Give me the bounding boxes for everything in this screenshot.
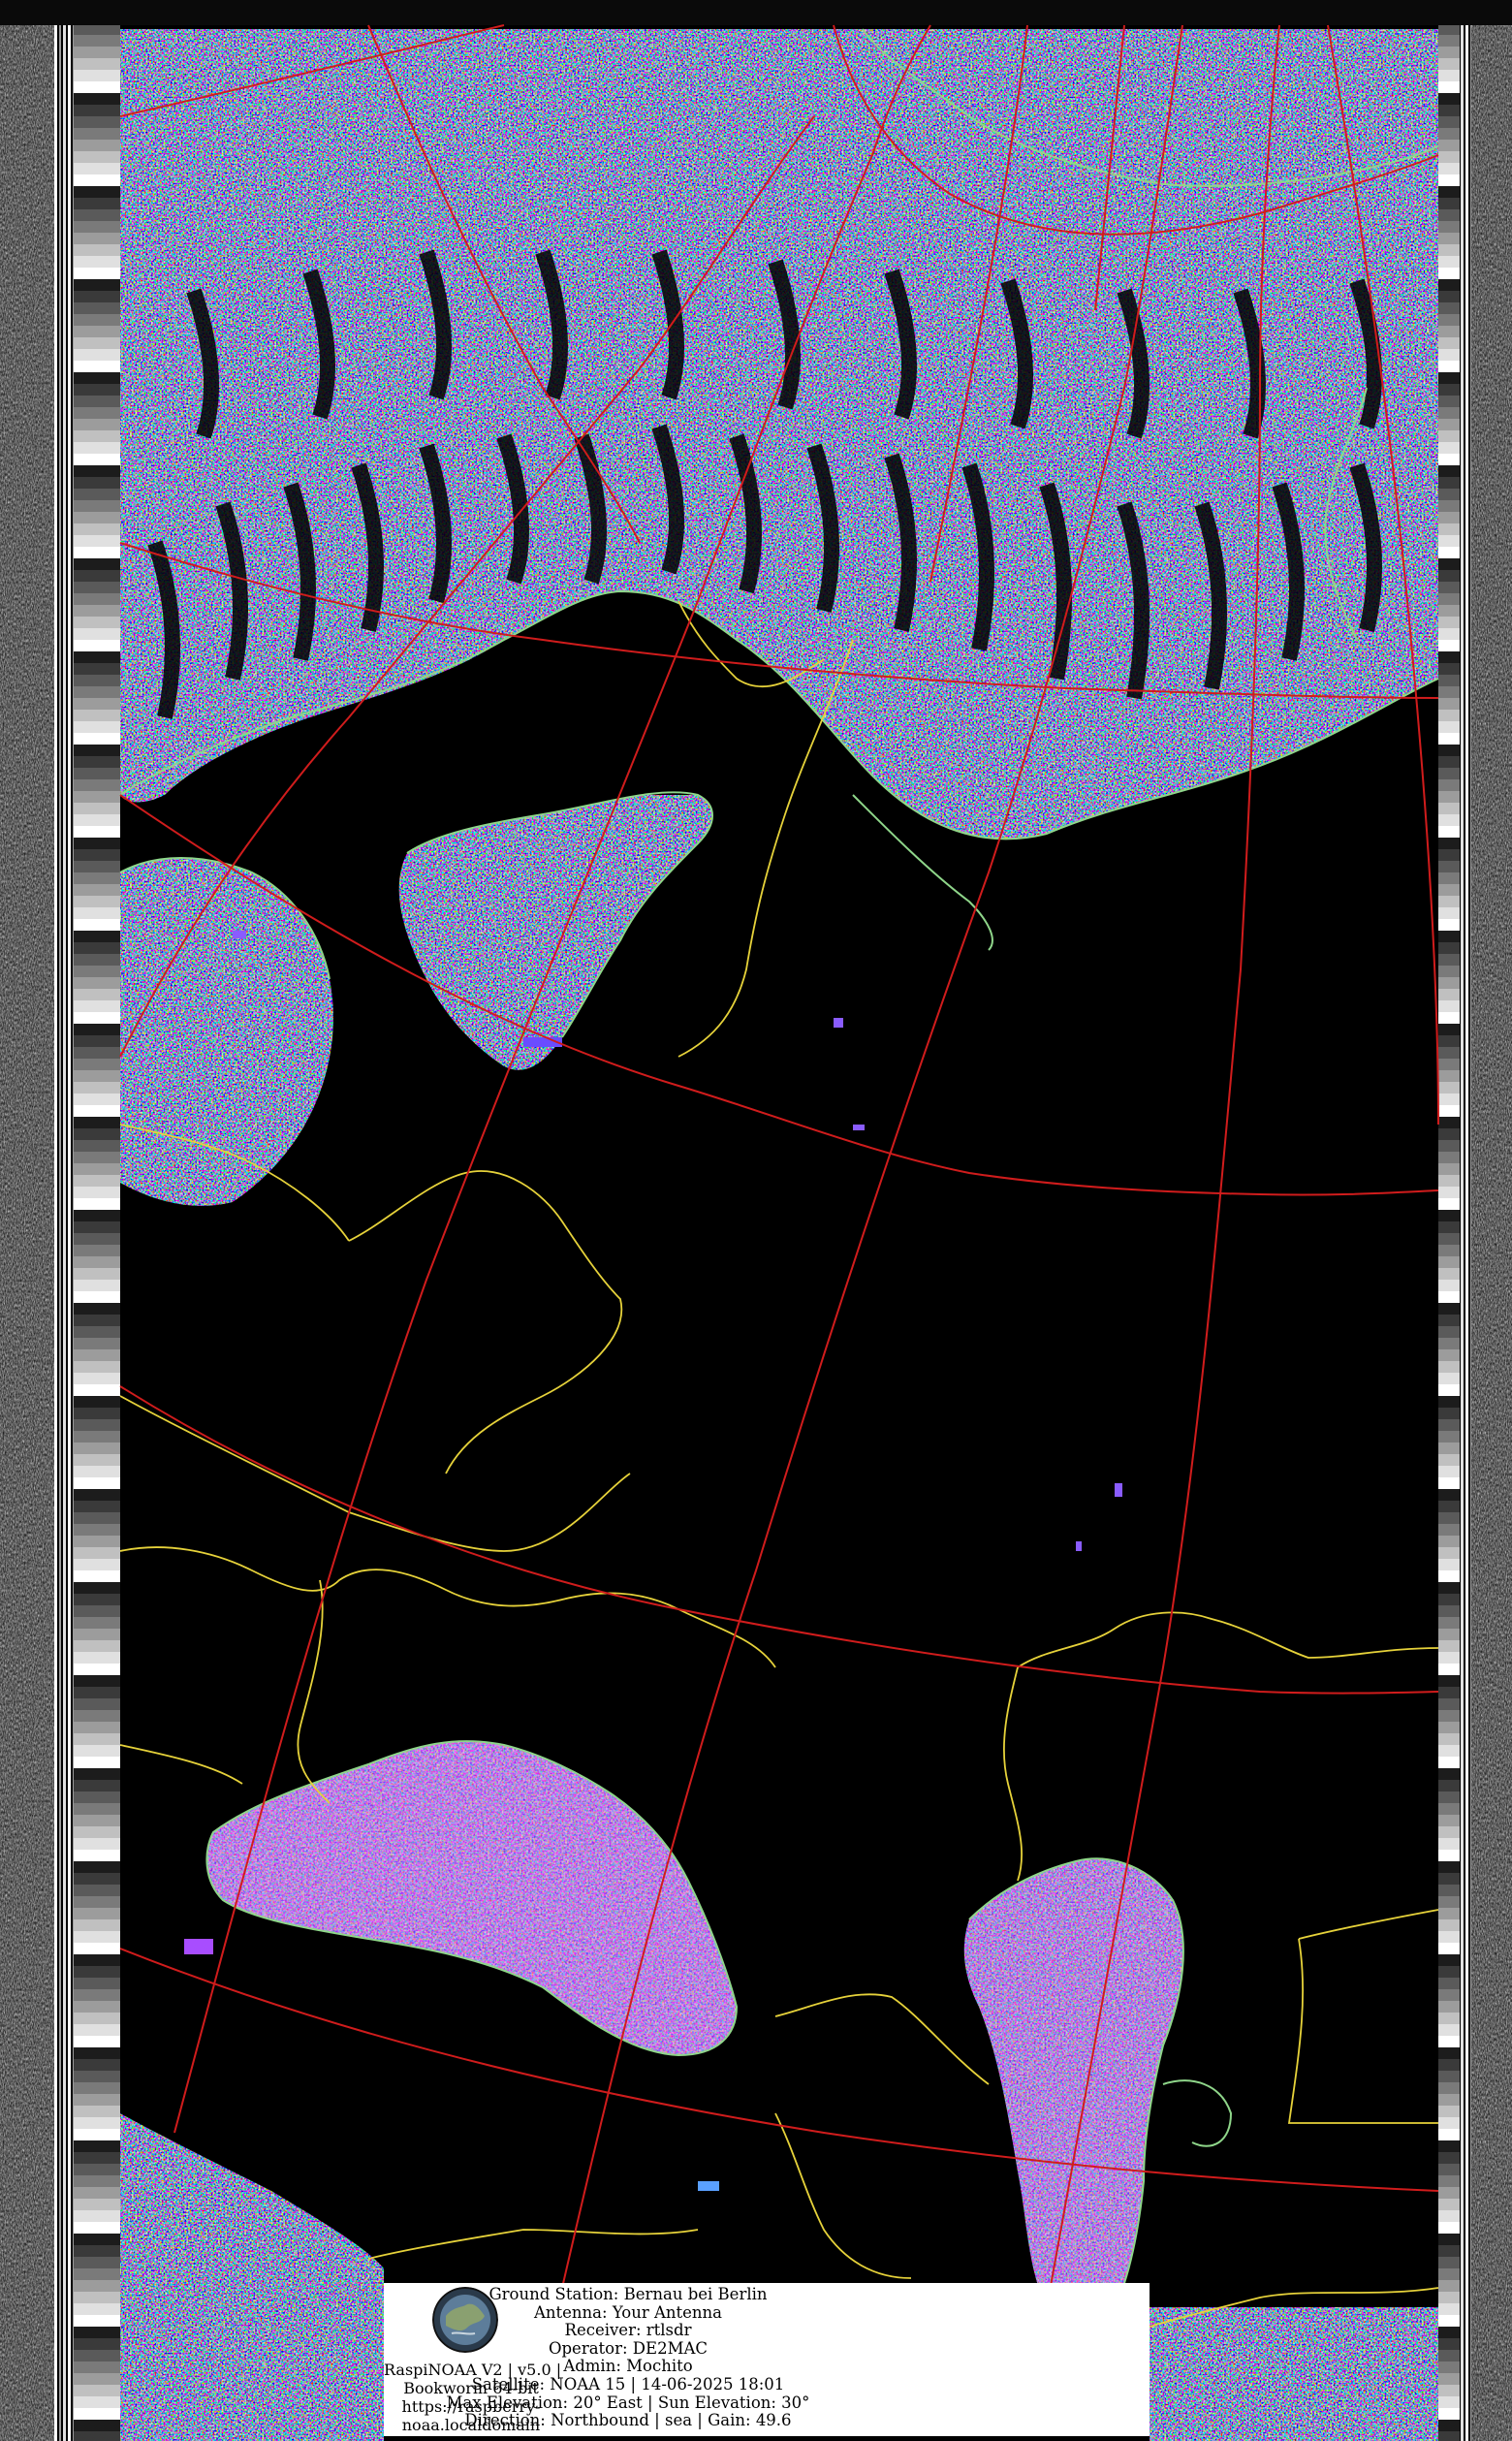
station-info: Ground Station: Bernau bei Berlin Antenn… (386, 2285, 870, 2430)
ground-station-line: Ground Station: Bernau bei Berlin (488, 2285, 768, 2303)
direction-line: Direction: Northbound | sea | Gain: 49.6 (464, 2411, 792, 2430)
right-telemetry-strip (1438, 25, 1512, 2441)
receiver-line: Receiver: rtlsdr (564, 2321, 692, 2340)
elevation-line: Max Elevation: 20° East | Sun Elevation:… (446, 2393, 810, 2412)
bottom-right-clouds (1150, 2307, 1438, 2441)
satellite-image (0, 0, 1512, 2441)
operator-line: Operator: DE2MAC (548, 2338, 709, 2358)
left-telemetry-strip (0, 25, 120, 2441)
satellite-line: Satellite: NOAA 15 | 14-06-2025 18:01 (471, 2374, 785, 2393)
antenna-line: Antenna: Your Antenna (533, 2302, 722, 2322)
admin-line: Admin: Mochito (563, 2357, 693, 2376)
